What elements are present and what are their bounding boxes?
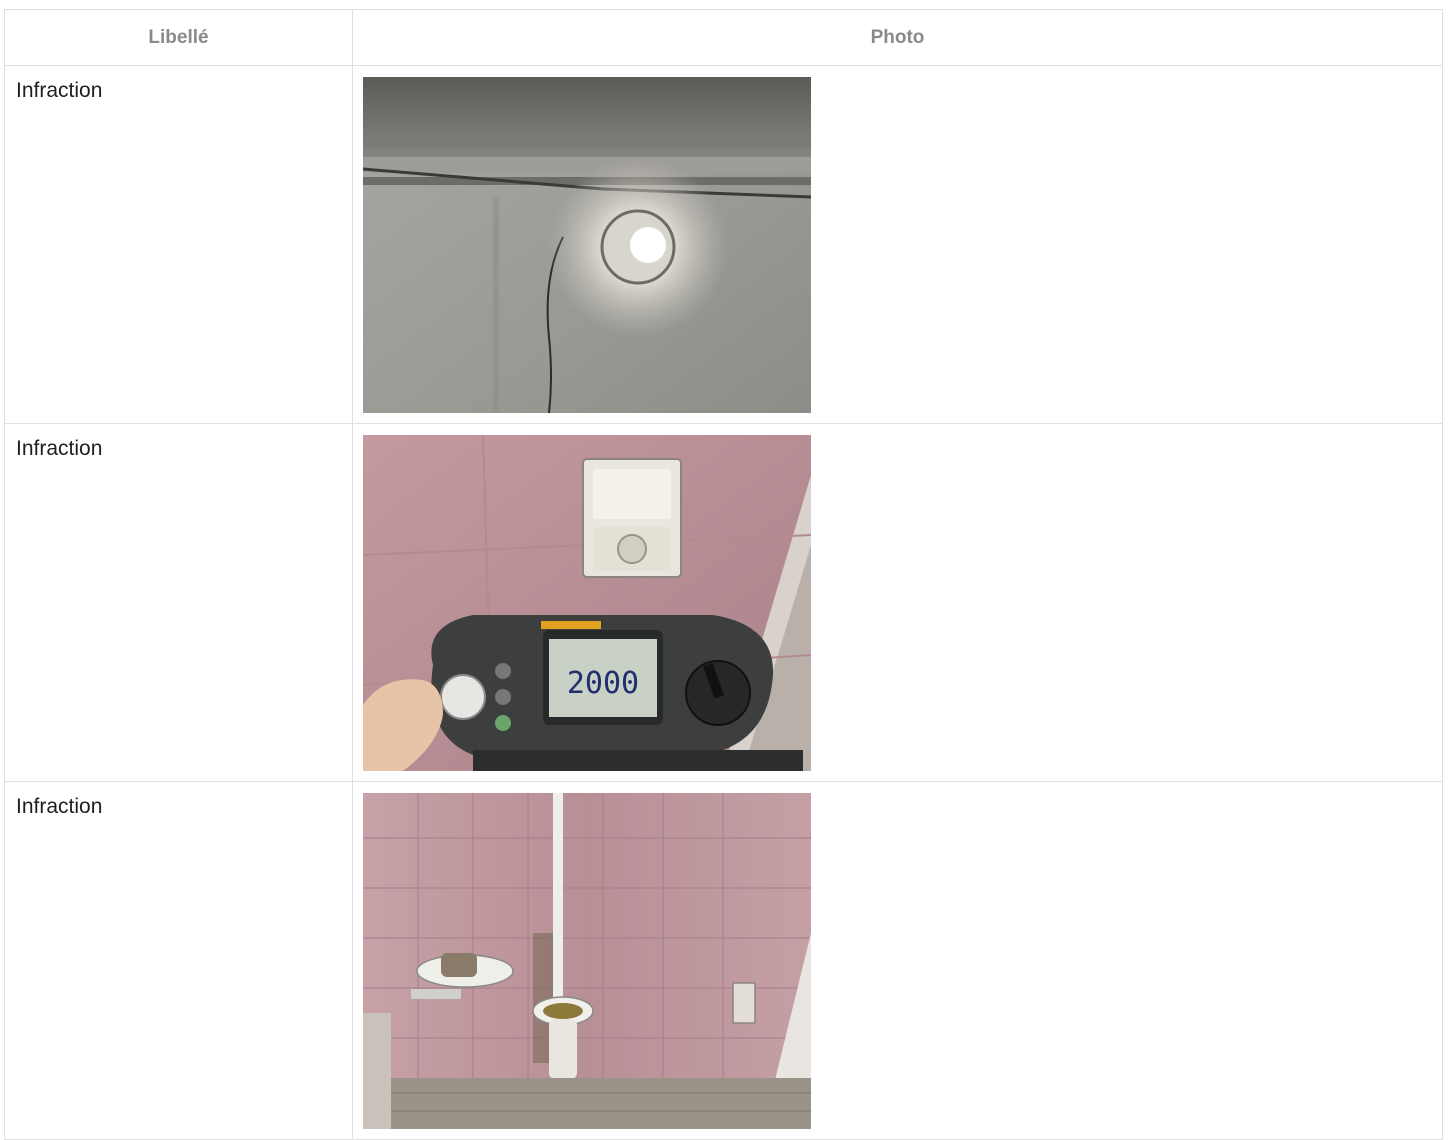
row-label: Infraction	[16, 437, 103, 460]
bathroom-photo[interactable]	[363, 793, 811, 1129]
table-header-row: Libellé Photo	[4, 9, 1443, 66]
column-header-photo[interactable]: Photo	[352, 9, 1443, 66]
label-cell: Infraction	[4, 781, 353, 1140]
photo-cell	[352, 781, 1443, 1140]
label-cell: Infraction	[4, 65, 353, 424]
table-row: Infraction	[4, 65, 1443, 424]
column-header-label[interactable]: Libellé	[4, 9, 353, 66]
label-cell: Infraction	[4, 423, 353, 782]
table-row: Infraction	[4, 423, 1443, 782]
meter-reading: 2000	[567, 666, 639, 701]
multimeter-photo[interactable]: 2000	[363, 435, 811, 771]
infractions-table: Libellé Photo Infraction Infraction 2000…	[4, 9, 1443, 1140]
photo-cell	[352, 65, 1443, 424]
ceiling-lamp-photo[interactable]	[363, 77, 811, 413]
photo-cell: 2000	[352, 423, 1443, 782]
row-label: Infraction	[16, 795, 103, 818]
row-label: Infraction	[16, 79, 103, 102]
table-row: Infraction	[4, 781, 1443, 1140]
